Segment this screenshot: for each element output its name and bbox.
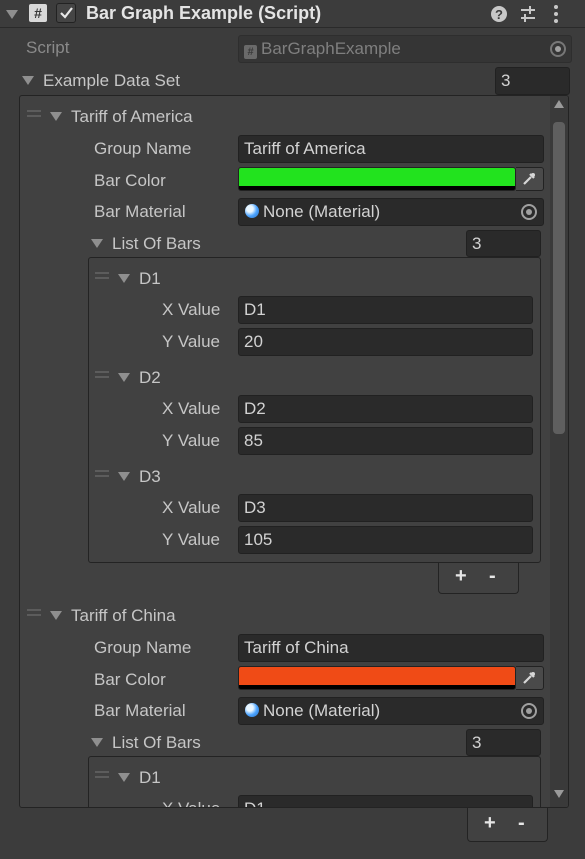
bar-material-value: None (Material) — [263, 701, 381, 720]
scroll-up-icon[interactable] — [554, 100, 564, 108]
bar-color-label: Bar Color — [94, 670, 166, 689]
eyedropper-icon — [523, 173, 535, 185]
x-value-field[interactable]: D2 — [238, 395, 533, 423]
y-value-label: Y Value — [162, 431, 220, 450]
group-name-label: Group Name — [94, 638, 192, 657]
color-swatch — [239, 168, 515, 186]
drag-handle-icon[interactable] — [95, 272, 109, 279]
bar-material-label: Bar Material — [94, 701, 186, 720]
group-name-field[interactable]: Tariff of China — [238, 634, 544, 662]
bar-color-label: Bar Color — [94, 171, 166, 190]
list-foldout-icon[interactable] — [91, 738, 103, 747]
bar-title: D1 — [139, 269, 161, 288]
dataset-size-field[interactable]: 3 — [495, 67, 570, 95]
x-value-label: X Value — [162, 799, 220, 807]
scroll-down-icon[interactable] — [554, 790, 564, 798]
y-value-field[interactable]: 105 — [238, 526, 533, 554]
bar-material-label: Bar Material — [94, 202, 186, 221]
scrollbar[interactable] — [550, 96, 568, 807]
y-value-field[interactable]: 20 — [238, 328, 533, 356]
x-value-field[interactable]: D3 — [238, 494, 533, 522]
dataset-add-remove: + - — [467, 808, 548, 842]
group-title: Tariff of China — [71, 606, 176, 625]
drag-handle-icon[interactable] — [95, 371, 109, 378]
material-icon — [245, 204, 259, 218]
y-value-label: Y Value — [162, 332, 220, 351]
add-element-button[interactable]: + — [484, 812, 496, 835]
script-name: BarGraphExample — [261, 39, 401, 58]
group-foldout-icon[interactable] — [50, 112, 62, 121]
kebab-menu-icon[interactable] — [549, 4, 563, 24]
list-add-remove: + - — [438, 563, 519, 594]
group-name-field[interactable]: Tariff of America — [238, 135, 544, 163]
bar-foldout-icon[interactable] — [118, 274, 130, 283]
eyedropper-icon — [523, 672, 535, 684]
material-icon — [245, 703, 259, 717]
drag-handle-icon[interactable] — [27, 609, 41, 616]
bar-title: D2 — [139, 368, 161, 387]
script-icon: # — [29, 4, 47, 22]
x-value-field[interactable]: D1 — [238, 296, 533, 324]
drag-handle-icon[interactable] — [95, 771, 109, 778]
group-name-label: Group Name — [94, 139, 192, 158]
remove-element-button[interactable]: - — [489, 565, 496, 588]
group-title: Tariff of America — [71, 107, 193, 126]
bar-color-field[interactable] — [238, 666, 516, 690]
script-file-icon: # — [244, 45, 257, 59]
add-element-button[interactable]: + — [455, 565, 467, 588]
bar-material-field[interactable]: None (Material) — [238, 697, 544, 725]
bars-list: D1 X Value D1 — [88, 756, 541, 807]
list-foldout-icon[interactable] — [91, 239, 103, 248]
bar-color-field[interactable] — [238, 167, 516, 191]
bar-material-field[interactable]: None (Material) — [238, 198, 544, 226]
object-picker-icon[interactable] — [521, 703, 537, 719]
x-value-field[interactable]: D1 — [238, 795, 533, 807]
preset-sliders-icon[interactable] — [519, 5, 537, 23]
help-icon[interactable]: ? — [490, 5, 508, 23]
script-field[interactable]: # BarGraphExample — [238, 35, 572, 63]
dataset-list: Tariff of America Group Name Tariff of A… — [19, 95, 569, 808]
object-picker-icon[interactable] — [550, 41, 566, 57]
bar-material-value: None (Material) — [263, 202, 381, 221]
bar-title: D1 — [139, 768, 161, 787]
component-title: Bar Graph Example (Script) — [86, 3, 322, 23]
y-value-field[interactable]: 85 — [238, 427, 533, 455]
list-of-bars-label: List Of Bars — [112, 733, 201, 752]
eyedropper-button[interactable] — [516, 666, 544, 690]
drag-handle-icon[interactable] — [95, 470, 109, 477]
component-header: # Bar Graph Example (Script) ? — [0, 0, 585, 28]
bar-foldout-icon[interactable] — [118, 773, 130, 782]
bars-list: D1 X Value D1 Y Value 20 D2 X Value D2 Y… — [88, 257, 541, 563]
scroll-thumb[interactable] — [553, 122, 565, 434]
object-picker-icon[interactable] — [521, 204, 537, 220]
drag-handle-icon[interactable] — [27, 110, 41, 117]
foldout-arrow-icon[interactable] — [6, 10, 18, 19]
bar-foldout-icon[interactable] — [118, 472, 130, 481]
checkmark-icon — [60, 7, 73, 19]
enabled-checkbox[interactable] — [56, 3, 76, 23]
group-foldout-icon[interactable] — [50, 611, 62, 620]
bar-foldout-icon[interactable] — [118, 373, 130, 382]
remove-element-button[interactable]: - — [518, 812, 525, 835]
y-value-label: Y Value — [162, 530, 220, 549]
bar-title: D3 — [139, 467, 161, 486]
color-swatch — [239, 667, 515, 685]
x-value-label: X Value — [162, 300, 221, 319]
x-value-label: X Value — [162, 399, 221, 418]
list-size-field[interactable]: 3 — [466, 729, 541, 756]
svg-text:?: ? — [495, 7, 503, 22]
x-value-label: X Value — [162, 498, 221, 517]
list-of-bars-label: List Of Bars — [112, 234, 201, 253]
eyedropper-button[interactable] — [516, 167, 544, 191]
script-label: Script — [26, 38, 70, 57]
dataset-label: Example Data Set — [43, 71, 181, 90]
list-size-field[interactable]: 3 — [466, 230, 541, 257]
dataset-foldout-icon[interactable] — [22, 76, 34, 85]
